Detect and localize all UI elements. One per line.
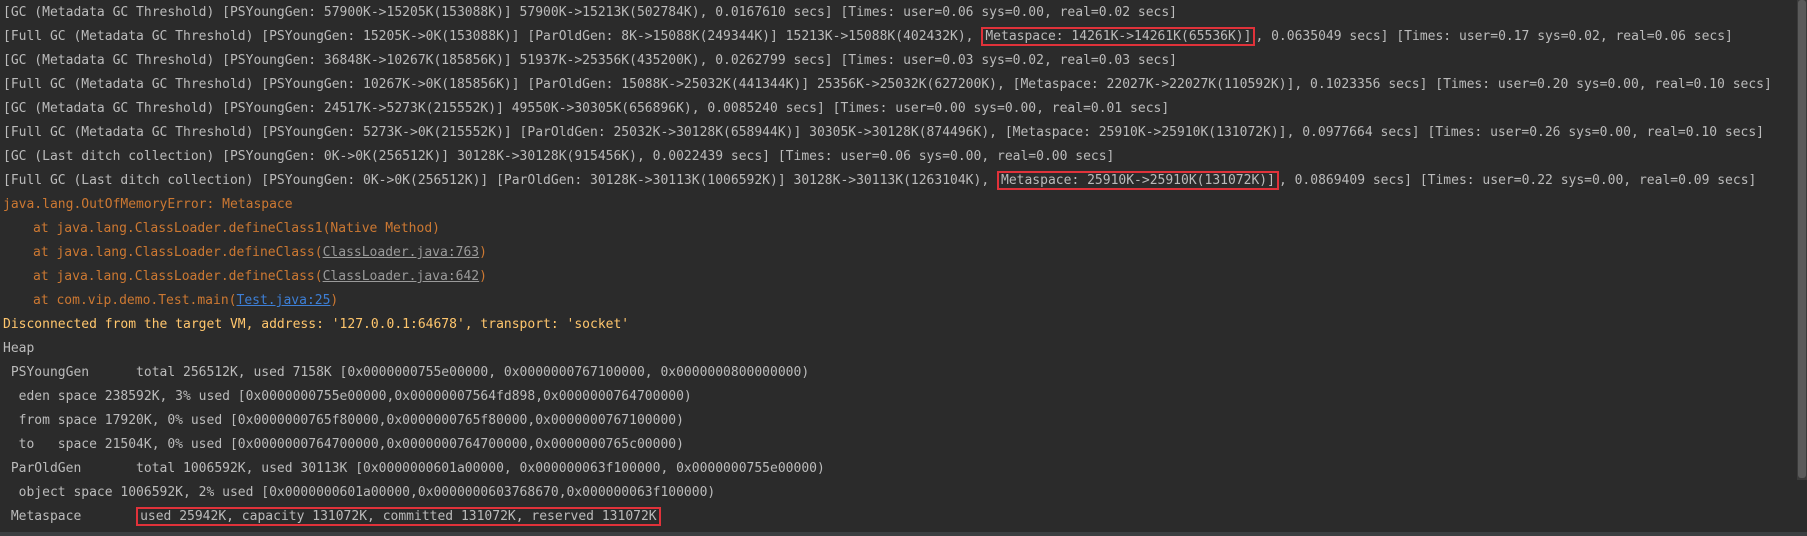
console-lines: [GC (Metadata GC Threshold) [PSYoungGen:… — [3, 1, 1795, 529]
disconnect-message: Disconnected from the target VM, address… — [3, 317, 630, 332]
heap-title: Heap — [3, 341, 35, 356]
metaspace-highlight: used 25942K, capacity 131072K, committed… — [136, 507, 661, 526]
gc-log-line: [GC (Metadata GC Threshold) [PSYoungGen:… — [3, 53, 1177, 68]
gc-log-line: [GC (Metadata GC Threshold) [PSYoungGen:… — [3, 101, 1170, 116]
horizontal-scrollbar[interactable] — [0, 532, 1807, 536]
heap-line: PSYoungGen total 256512K, used 7158K [0x… — [3, 365, 810, 380]
scrollbar-thumb[interactable] — [1798, 0, 1806, 478]
metaspace-highlight: Metaspace: 25910K->25910K(131072K)] — [997, 171, 1279, 190]
source-link[interactable]: ClassLoader.java:763 — [323, 245, 480, 260]
stack-frame: at com.vip.demo.Test.main(Test.java:25) — [33, 293, 339, 308]
gc-log-line: [Full GC (Metadata GC Threshold) [PSYoun… — [3, 125, 1764, 140]
stack-frame: at java.lang.ClassLoader.defineClass1(Na… — [33, 221, 440, 236]
metaspace-highlight: Metaspace: 14261K->14261K(65536K)] — [981, 27, 1256, 46]
source-link[interactable]: ClassLoader.java:642 — [323, 269, 480, 284]
heap-line: to space 21504K, 0% used [0x000000076470… — [3, 437, 684, 452]
stack-frame: at java.lang.ClassLoader.defineClass(Cla… — [33, 269, 487, 284]
gc-log-line: [Full GC (Metadata GC Threshold) [PSYoun… — [3, 27, 1733, 46]
gc-log-line: [Full GC (Last ditch collection) [PSYoun… — [3, 171, 1757, 190]
console-output[interactable]: [GC (Metadata GC Threshold) [PSYoungGen:… — [0, 0, 1807, 536]
gc-log-line: [GC (Metadata GC Threshold) [PSYoungGen:… — [3, 5, 1177, 20]
stack-frame: at java.lang.ClassLoader.defineClass(Cla… — [33, 245, 487, 260]
exception-title: java.lang.OutOfMemoryError: Metaspace — [3, 197, 293, 212]
gc-log-line: [GC (Last ditch collection) [PSYoungGen:… — [3, 149, 1115, 164]
vertical-scrollbar[interactable] — [1797, 0, 1807, 480]
heap-line: Metaspace used 25942K, capacity 131072K,… — [3, 505, 1795, 529]
heap-line: ParOldGen total 1006592K, used 30113K [0… — [3, 461, 825, 476]
heap-line: object space 1006592K, 2% used [0x000000… — [3, 485, 716, 500]
heap-line: eden space 238592K, 3% used [0x000000075… — [3, 389, 692, 404]
gc-log-line: [Full GC (Metadata GC Threshold) [PSYoun… — [3, 77, 1772, 92]
heap-line: from space 17920K, 0% used [0x0000000765… — [3, 413, 684, 428]
source-link[interactable]: Test.java:25 — [237, 293, 331, 308]
